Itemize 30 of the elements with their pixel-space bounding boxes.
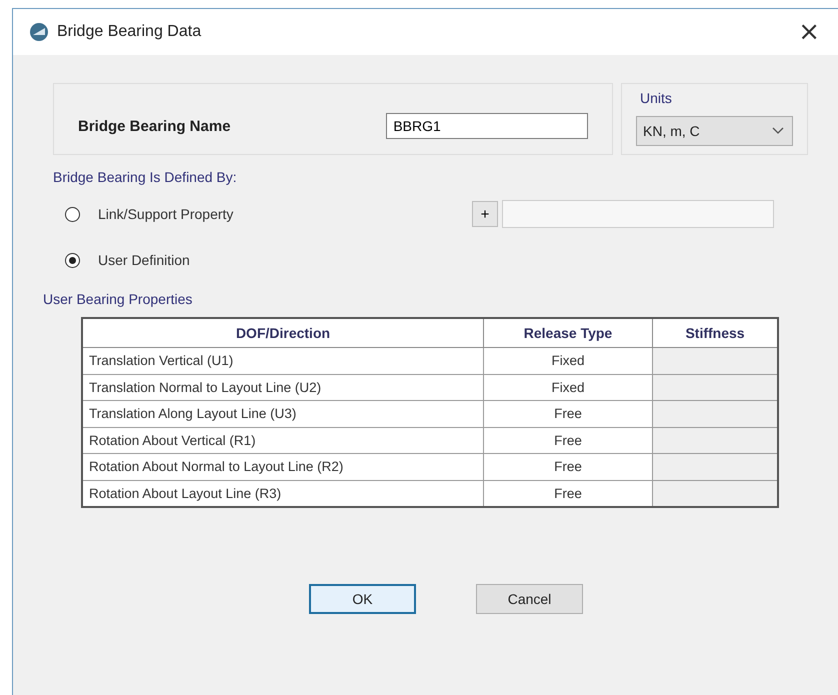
table-cell: Free xyxy=(484,454,652,480)
input-field[interactable]: BBRG1 xyxy=(386,113,588,139)
table-cell: Translation Normal to Layout Line (U2) xyxy=(82,374,484,400)
radio-button[interactable] xyxy=(65,206,80,222)
radio-label[interactable]: Link/Support Property xyxy=(98,206,420,222)
section-label: Bridge Bearing Is Defined By: xyxy=(53,169,237,185)
column-header: Release Type xyxy=(484,318,652,348)
table-cell: Fixed xyxy=(484,374,652,400)
table-cell: Fixed xyxy=(484,348,652,374)
table-cell: Free xyxy=(484,427,652,454)
dialog-button[interactable]: OK xyxy=(309,584,416,614)
table-cell: Free xyxy=(484,400,652,427)
field-label: Bridge Bearing Name xyxy=(78,118,232,134)
radio-label[interactable]: User Definition xyxy=(98,252,420,268)
units-dropdown[interactable]: KN, m, C xyxy=(636,116,793,146)
table-cell: Translation Vertical (U1) xyxy=(82,348,484,374)
chevron-down-icon xyxy=(772,127,784,135)
table-cell: Rotation About Vertical (R1) xyxy=(82,427,484,454)
add-button[interactable]: + xyxy=(472,201,498,227)
property-field[interactable] xyxy=(502,200,774,228)
units-label: Units xyxy=(640,90,673,106)
table-cell: Rotation About Normal to Layout Line (R2) xyxy=(82,454,484,480)
radio-button[interactable] xyxy=(65,252,80,268)
dialog-button[interactable]: Cancel xyxy=(476,584,583,614)
app-icon xyxy=(29,22,49,42)
table-cell: Translation Along Layout Line (U3) xyxy=(82,400,484,427)
section-label: User Bearing Properties xyxy=(43,291,192,307)
column-header: DOF/Direction xyxy=(82,318,484,348)
close-button[interactable]: × xyxy=(794,17,824,47)
window-title: Bridge Bearing Data xyxy=(57,23,202,41)
